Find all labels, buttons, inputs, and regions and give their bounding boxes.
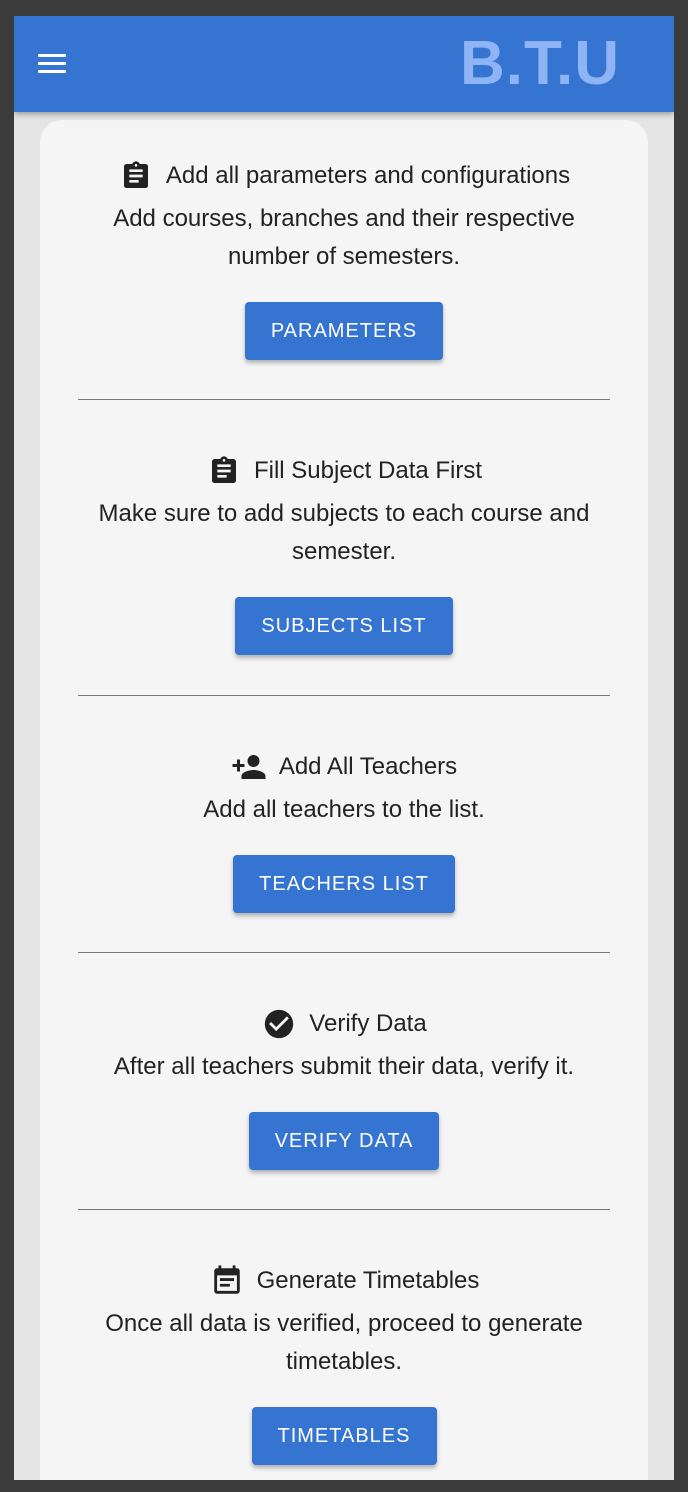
brand-logo: B.T.U	[460, 29, 620, 98]
section-heading: Add All Teachers	[40, 747, 648, 787]
parameters-button[interactable]: PARAMETERS	[244, 302, 444, 360]
person-add-icon	[231, 749, 267, 785]
section-title: Add all parameters and configurations	[165, 162, 571, 189]
section-description: Add all teachers to the list.	[203, 796, 485, 823]
section-description: After all teachers submit their data, ve…	[113, 1053, 575, 1080]
section-title: Generate Timetables	[256, 1267, 480, 1294]
section-description: Add courses, branches and their respecti…	[113, 205, 575, 270]
timetables-button[interactable]: TIMETABLES	[251, 1407, 437, 1465]
clipboard-icon	[206, 453, 242, 489]
hamburger-menu-icon[interactable]	[36, 51, 68, 77]
main-card: Add all parameters and configurations Ad…	[40, 120, 648, 1480]
section-heading: Generate Timetables	[40, 1261, 648, 1301]
teachers-list-button[interactable]: TEACHERS LIST	[233, 855, 455, 913]
section-parameters: Add all parameters and configurations Ad…	[40, 156, 648, 360]
section-title: Verify Data	[309, 1010, 427, 1037]
calendar-icon	[209, 1263, 245, 1299]
section-teachers: Add All Teachers Add all teachers to the…	[40, 747, 648, 913]
app-bar: B.T.U	[14, 16, 674, 112]
clipboard-icon	[118, 158, 154, 194]
divider	[78, 695, 610, 696]
section-timetables: Generate Timetables Once all data is ver…	[40, 1261, 648, 1465]
divider	[78, 399, 610, 400]
section-description: Make sure to add subjects to each course…	[98, 500, 590, 565]
section-subjects: Fill Subject Data First Make sure to add…	[40, 451, 648, 655]
section-heading: Fill Subject Data First	[40, 451, 648, 491]
section-description: Once all data is verified, proceed to ge…	[105, 1310, 583, 1375]
app-frame: B.T.U Add all parameters and configurati…	[14, 16, 674, 1480]
section-title: Fill Subject Data First	[253, 457, 483, 484]
section-heading: Verify Data	[40, 1004, 648, 1044]
verify-data-button[interactable]: VERIFY DATA	[248, 1112, 440, 1170]
divider	[78, 952, 610, 953]
divider	[78, 1209, 610, 1210]
subjects-list-button[interactable]: SUBJECTS LIST	[235, 597, 453, 655]
section-title: Add All Teachers	[278, 753, 458, 780]
check-circle-icon	[261, 1006, 297, 1042]
section-verify: Verify Data After all teachers submit th…	[40, 1004, 648, 1170]
section-heading: Add all parameters and configurations	[40, 156, 648, 196]
